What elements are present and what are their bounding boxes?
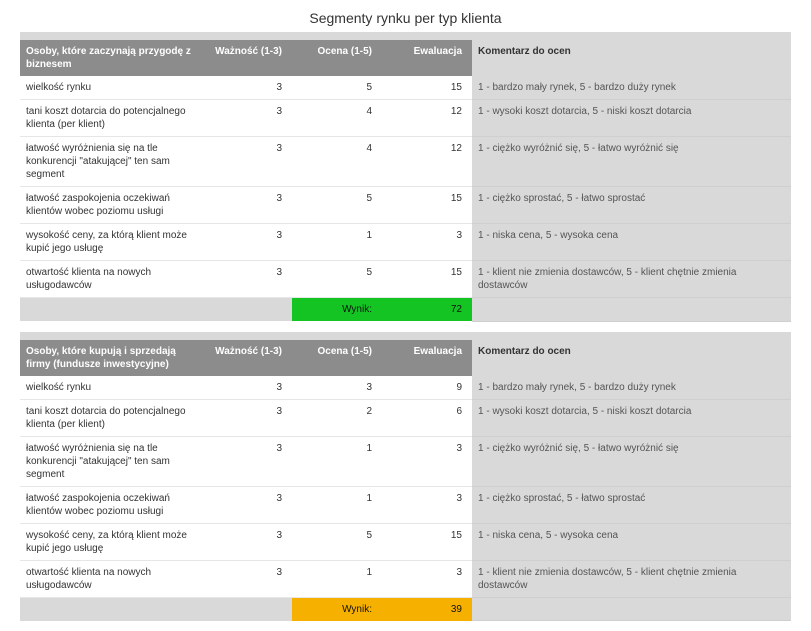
criterion-label: wysokość ceny, za którą klient może kupi… (20, 224, 202, 261)
result-value: 39 (382, 597, 472, 621)
komentarz-value: 1 - wysoki koszt dotarcia, 5 - niski kos… (472, 100, 791, 137)
komentarz-value: 1 - niska cena, 5 - wysoka cena (472, 224, 791, 261)
table-row: wielkość rynku 3 3 9 1 - bardzo mały ryn… (20, 376, 791, 400)
ocena-value: 3 (292, 376, 382, 400)
ocena-value: 5 (292, 187, 382, 224)
result-row: Wynik: 72 (20, 298, 791, 322)
col-komentarz: Komentarz do ocen (472, 340, 791, 376)
criterion-label: otwartość klienta na nowych usługodawców (20, 560, 202, 597)
ewaluacja-value: 15 (382, 523, 472, 560)
komentarz-value: 1 - klient nie zmienia dostawców, 5 - kl… (472, 261, 791, 298)
criterion-label: otwartość klienta na nowych usługodawców (20, 261, 202, 298)
result-value: 72 (382, 298, 472, 322)
waznosc-value: 3 (202, 261, 292, 298)
blank-cell (472, 298, 791, 322)
table-row: łatwość wyróżnienia się na tle konkurenc… (20, 436, 791, 486)
table-row: wielkość rynku 3 5 15 1 - bardzo mały ry… (20, 76, 791, 100)
ocena-value: 4 (292, 137, 382, 187)
ewaluacja-value: 3 (382, 436, 472, 486)
waznosc-value: 3 (202, 187, 292, 224)
waznosc-value: 3 (202, 399, 292, 436)
criterion-label: łatwość wyróżnienia się na tle konkurenc… (20, 436, 202, 486)
ewaluacja-value: 3 (382, 486, 472, 523)
ewaluacja-value: 9 (382, 376, 472, 400)
table-row: łatwość zaspokojenia oczekiwań klientów … (20, 486, 791, 523)
criterion-label: łatwość wyróżnienia się na tle konkurenc… (20, 137, 202, 187)
segment-name: Osoby, które kupują i sprzedają firmy (f… (20, 340, 202, 376)
waznosc-value: 3 (202, 523, 292, 560)
result-label: Wynik: (292, 597, 382, 621)
waznosc-value: 3 (202, 436, 292, 486)
table-row: łatwość zaspokojenia oczekiwań klientów … (20, 187, 791, 224)
segment-table: Osoby, które kupują i sprzedają firmy (f… (20, 332, 791, 622)
col-waznosc: Ważność (1-3) (202, 340, 292, 376)
ewaluacja-value: 6 (382, 399, 472, 436)
ocena-value: 4 (292, 100, 382, 137)
segment-table: Osoby, które zaczynają przygodę z biznes… (20, 32, 791, 322)
criterion-label: wysokość ceny, za którą klient może kupi… (20, 523, 202, 560)
waznosc-value: 3 (202, 224, 292, 261)
result-row: Wynik: 39 (20, 597, 791, 621)
ewaluacja-value: 12 (382, 137, 472, 187)
waznosc-value: 3 (202, 137, 292, 187)
criterion-label: wielkość rynku (20, 376, 202, 400)
col-ocena: Ocena (1-5) (292, 340, 382, 376)
criterion-label: tani koszt dotarcia do potencjalnego kli… (20, 100, 202, 137)
ocena-value: 1 (292, 486, 382, 523)
table-row: wysokość ceny, za którą klient może kupi… (20, 224, 791, 261)
komentarz-value: 1 - niska cena, 5 - wysoka cena (472, 523, 791, 560)
ewaluacja-value: 15 (382, 187, 472, 224)
criterion-label: łatwość zaspokojenia oczekiwań klientów … (20, 187, 202, 224)
table-row: tani koszt dotarcia do potencjalnego kli… (20, 100, 791, 137)
waznosc-value: 3 (202, 486, 292, 523)
blank-cell (20, 597, 202, 621)
blank-cell (202, 597, 292, 621)
table-row: otwartość klienta na nowych usługodawców… (20, 560, 791, 597)
col-waznosc: Ważność (1-3) (202, 40, 292, 76)
ewaluacja-value: 15 (382, 261, 472, 298)
komentarz-value: 1 - wysoki koszt dotarcia, 5 - niski kos… (472, 399, 791, 436)
komentarz-value: 1 - bardzo mały rynek, 5 - bardzo duży r… (472, 376, 791, 400)
col-ewaluacja: Ewaluacja (382, 340, 472, 376)
komentarz-value: 1 - ciężko sprostać, 5 - łatwo sprostać (472, 187, 791, 224)
komentarz-value: 1 - ciężko wyróżnić się, 5 - łatwo wyróż… (472, 436, 791, 486)
ocena-value: 1 (292, 224, 382, 261)
table-row: łatwość wyróżnienia się na tle konkurenc… (20, 137, 791, 187)
criterion-label: wielkość rynku (20, 76, 202, 100)
table-row: otwartość klienta na nowych usługodawców… (20, 261, 791, 298)
criterion-label: tani koszt dotarcia do potencjalnego kli… (20, 399, 202, 436)
ewaluacja-value: 15 (382, 76, 472, 100)
blank-cell (202, 298, 292, 322)
col-ewaluacja: Ewaluacja (382, 40, 472, 76)
waznosc-value: 3 (202, 560, 292, 597)
komentarz-value: 1 - ciężko sprostać, 5 - łatwo sprostać (472, 486, 791, 523)
col-ocena: Ocena (1-5) (292, 40, 382, 76)
table-row: tani koszt dotarcia do potencjalnego kli… (20, 399, 791, 436)
komentarz-value: 1 - ciężko wyróżnić się, 5 - łatwo wyróż… (472, 137, 791, 187)
komentarz-value: 1 - klient nie zmienia dostawców, 5 - kl… (472, 560, 791, 597)
page-title: Segmenty rynku per typ klienta (0, 0, 811, 32)
col-komentarz: Komentarz do ocen (472, 40, 791, 76)
waznosc-value: 3 (202, 100, 292, 137)
criterion-label: łatwość zaspokojenia oczekiwań klientów … (20, 486, 202, 523)
blank-cell (472, 597, 791, 621)
ocena-value: 1 (292, 436, 382, 486)
ocena-value: 5 (292, 261, 382, 298)
ocena-value: 2 (292, 399, 382, 436)
waznosc-value: 3 (202, 76, 292, 100)
result-label: Wynik: (292, 298, 382, 322)
ewaluacja-value: 3 (382, 224, 472, 261)
ocena-value: 5 (292, 523, 382, 560)
blank-cell (20, 298, 202, 322)
ocena-value: 1 (292, 560, 382, 597)
segment-name: Osoby, które zaczynają przygodę z biznes… (20, 40, 202, 76)
ewaluacja-value: 12 (382, 100, 472, 137)
komentarz-value: 1 - bardzo mały rynek, 5 - bardzo duży r… (472, 76, 791, 100)
ewaluacja-value: 3 (382, 560, 472, 597)
waznosc-value: 3 (202, 376, 292, 400)
table-row: wysokość ceny, za którą klient może kupi… (20, 523, 791, 560)
page: Segmenty rynku per typ klienta Osoby, kt… (0, 0, 811, 631)
ocena-value: 5 (292, 76, 382, 100)
